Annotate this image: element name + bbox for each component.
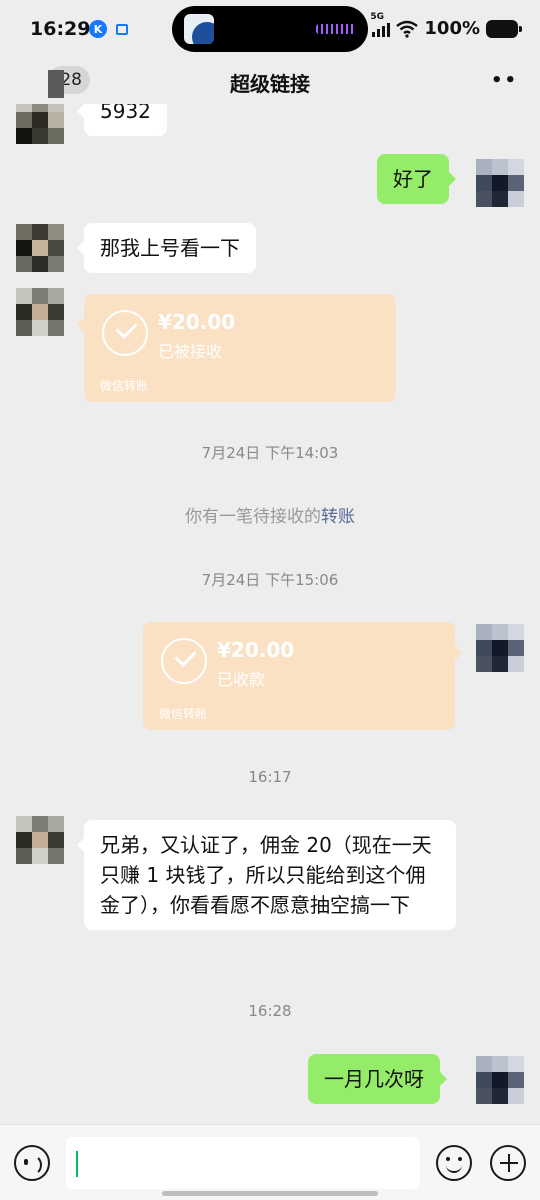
message-bubble-contact[interactable]: 那我上号看一下 xyxy=(77,223,256,273)
system-message: 你有一笔待接收的转账 xyxy=(0,502,540,527)
message-timestamp: 16:17 xyxy=(248,768,292,786)
input-bar xyxy=(0,1124,540,1200)
battery-icon xyxy=(486,19,522,38)
message-timestamp: 7月24日 下午15:06 xyxy=(201,571,339,589)
notification-icon xyxy=(116,24,128,35)
audio-wave-icon xyxy=(316,24,356,34)
transfer-footer: 微信转账 xyxy=(159,707,208,721)
message-bubble-self[interactable]: 好了 xyxy=(377,154,456,204)
contact-avatar[interactable] xyxy=(16,288,64,336)
transfer-card-received[interactable]: ¥20.00 已被接收 微信转账 xyxy=(77,294,396,402)
message-timestamp: 16:28 xyxy=(248,1002,292,1020)
home-indicator[interactable] xyxy=(162,1191,378,1196)
message-bubble-contact[interactable]: 5932 xyxy=(77,104,167,136)
plus-icon[interactable] xyxy=(490,1145,526,1181)
k-app-icon: K xyxy=(89,20,107,38)
message-text: 5932 xyxy=(100,104,151,123)
message-bubble-contact[interactable]: 兄弟，又认证了，佣金 20（现在一天只赚 1 块钱了，所以只能给到这个佣金了），… xyxy=(77,820,456,930)
status-time: 16:29 xyxy=(30,18,91,40)
transfer-amount: ¥20.00 xyxy=(158,310,236,334)
transfer-footer: 微信转账 xyxy=(100,379,149,393)
contact-avatar[interactable] xyxy=(16,104,64,144)
message-bubble-self[interactable]: 一月几次呀 xyxy=(308,1054,447,1104)
message-text: 那我上号看一下 xyxy=(100,236,240,260)
transfer-status: 已收款 xyxy=(217,670,266,689)
message-input[interactable] xyxy=(66,1137,420,1189)
check-circle-icon xyxy=(161,638,207,684)
dynamic-island[interactable] xyxy=(172,6,368,52)
island-app-icon xyxy=(184,14,214,44)
system-message-text: 你有一笔待接收的 xyxy=(185,507,321,527)
more-icon[interactable]: •• xyxy=(491,70,518,91)
contact-avatar[interactable] xyxy=(16,816,64,864)
status-bar: 16:29 K 5G 100% xyxy=(0,0,540,58)
self-avatar[interactable] xyxy=(476,1056,524,1104)
contact-avatar[interactable] xyxy=(16,224,64,272)
chat-area[interactable]: 5932 好了 那我上号看一下 ¥20.00 已被接收 微信转账 7月24日 下… xyxy=(0,104,540,1124)
message-text: 好了 xyxy=(393,167,433,191)
transfer-status: 已被接收 xyxy=(158,342,223,361)
message-timestamp: 7月24日 下午14:03 xyxy=(201,444,339,462)
voice-icon[interactable] xyxy=(14,1145,50,1181)
chat-title: 超级链接 xyxy=(230,72,310,96)
network-label: 5G xyxy=(370,11,385,22)
check-circle-icon xyxy=(102,310,148,356)
chat-header: 28 超级链接 •• xyxy=(0,58,540,104)
message-text: 兄弟，又认证了，佣金 20（现在一天只赚 1 块钱了，所以只能给到这个佣金了），… xyxy=(100,833,432,917)
wifi-icon xyxy=(396,20,419,38)
status-right: 5G 100% xyxy=(370,12,522,39)
battery-percent: 100% xyxy=(424,18,480,39)
transfer-card-sent[interactable]: ¥20.00 已收款 微信转账 xyxy=(143,622,462,730)
text-cursor xyxy=(76,1151,78,1177)
transfer-amount: ¥20.00 xyxy=(217,638,295,662)
transfer-link[interactable]: 转账 xyxy=(321,507,355,527)
message-text: 一月几次呀 xyxy=(324,1067,424,1091)
cellular-signal-icon: 5G xyxy=(370,12,391,37)
self-avatar[interactable] xyxy=(476,624,524,672)
self-avatar[interactable] xyxy=(476,159,524,207)
emoji-icon[interactable] xyxy=(436,1145,472,1181)
